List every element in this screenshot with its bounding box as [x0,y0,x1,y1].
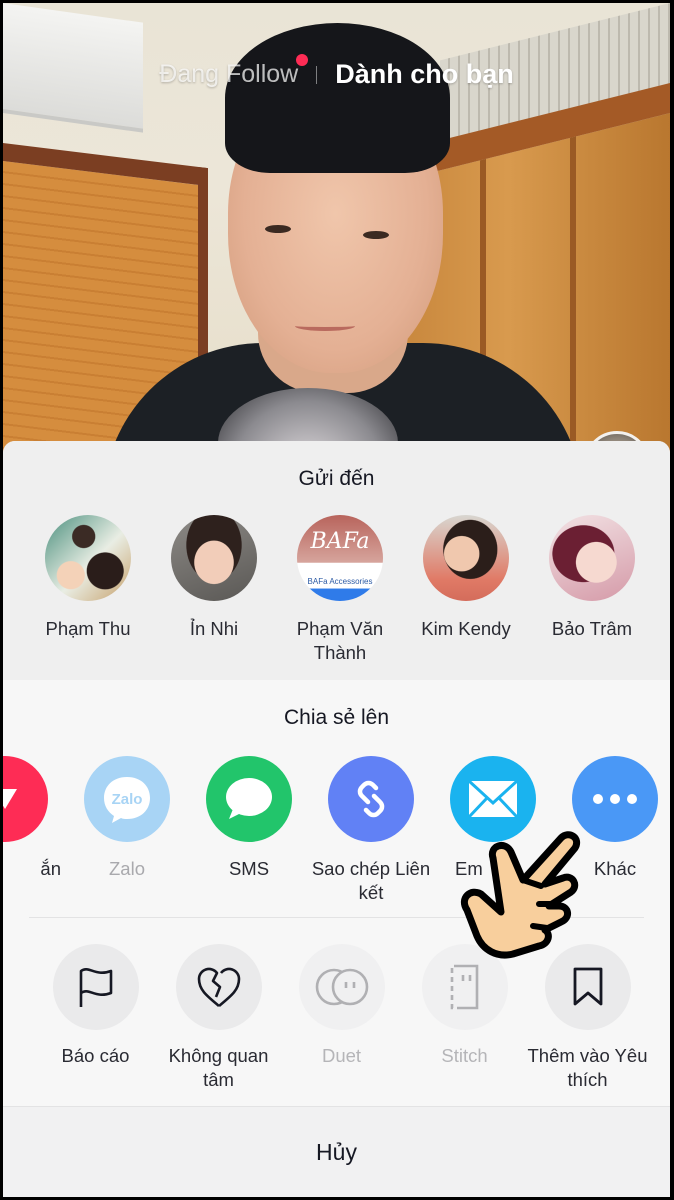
avatar-brand-text: BAFa [310,529,370,554]
contact-name: Phạm Văn Thành [296,618,384,663]
share-to-section: Chia sẻ lên ắn Zalo Zalo SMS Sao chép Li… [3,680,670,918]
zalo-icon-text: Zalo [112,791,143,808]
sms-bubble-icon [206,756,292,842]
contact-list[interactable]: Phạm Thu Ỉn Nhi BAFa BAFa Accessories Ph… [25,515,670,665]
mouth [295,321,355,331]
contact-item[interactable]: N [655,515,670,665]
share-label: ắn [40,858,61,879]
action-label: Duet [321,1045,362,1066]
avatar [45,515,131,601]
more-dots-icon [572,756,658,842]
share-label: Khác [593,858,637,879]
share-item-zalo[interactable]: Zalo Zalo [66,756,188,905]
action-report[interactable]: Báo cáo [34,944,157,1092]
send-to-title: Gửi đến [298,467,375,490]
action-label: Stitch [441,1045,488,1066]
contact-name: Kim Kendy [421,618,511,639]
contact-name: Ỉn Nhi [189,618,239,639]
person-hair [225,23,450,173]
share-item-sms[interactable]: SMS [188,756,310,905]
avatar [171,515,257,601]
zalo-icon: Zalo [84,756,170,842]
eye [363,231,389,239]
contact-name: Bảo Trâm [551,618,633,639]
contact-item[interactable]: BAFa BAFa Accessories Phạm Văn Thành [277,515,403,665]
bookmark-icon [544,944,631,1030]
flag-icon [52,944,139,1030]
top-nav: Đang Follow Dành cho bạn [3,54,670,90]
share-label: Sao chép Liên kết [311,858,431,903]
share-label: SMS [228,858,270,879]
action-label: Báo cáo [61,1045,130,1066]
contact-item[interactable]: Bảo Trâm [529,515,655,665]
notification-dot [296,54,309,66]
tab-following[interactable]: Đang Follow [159,54,309,89]
contact-item[interactable]: Kim Kendy [403,515,529,665]
share-app-list[interactable]: ắn Zalo Zalo SMS Sao chép Liên kết Em Kh… [3,756,670,905]
share-to-title: Chia sẻ lên [283,706,390,729]
action-label: Thêm vào Yêu thích [527,1045,648,1090]
share-item-copy-link[interactable]: Sao chép Liên kết [310,756,432,905]
mail-icon [450,756,536,842]
tab-following-label: Đang Follow [159,60,299,88]
avatar-brand-subtext: BAFa Accessories [307,577,373,586]
avatar [549,515,635,601]
share-item-email[interactable]: Em [432,756,554,905]
contact-item[interactable]: Phạm Thu [25,515,151,665]
cancel-label: Hủy [316,1138,357,1165]
share-label: Zalo [109,858,145,879]
tab-for-you[interactable]: Dành cho bạn [335,59,514,90]
action-add-favorites[interactable]: Thêm vào Yêu thích [526,944,649,1092]
share-sheet: Gửi đến Phạm Thu Ỉn Nhi BAFa BAFa Access… [3,441,670,1197]
share-label: Em [455,858,483,879]
share-item-message[interactable]: ắn [3,756,66,905]
duet-icon [298,944,385,1030]
action-list: Báo cáo Không quan tâm Duet Stitch Thêm … [34,944,649,1092]
action-stitch[interactable]: Stitch [403,944,526,1092]
link-icon [328,756,414,842]
contact-name: N [663,617,670,641]
contact-name: Phạm Thu [45,618,131,639]
broken-heart-icon [175,944,262,1030]
contact-item[interactable]: Ỉn Nhi [151,515,277,665]
nav-separator [316,65,318,84]
cancel-button[interactable]: Hủy [3,1106,670,1197]
eye [265,225,291,233]
action-not-interested[interactable]: Không quan tâm [157,944,280,1092]
share-item-more[interactable]: Khác [554,756,670,905]
avatar [423,515,509,601]
actions-section: Báo cáo Không quan tâm Duet Stitch Thêm … [3,918,670,1106]
action-label: Không quan tâm [168,1045,269,1090]
send-to-section: Gửi đến Phạm Thu Ỉn Nhi BAFa BAFa Access… [3,441,670,680]
tiktok-screen: Đang Follow Dành cho bạn Gửi đến Phạm Th… [3,3,670,1197]
message-arrow-icon [3,756,48,842]
stitch-icon [421,944,508,1030]
avatar: BAFa BAFa Accessories [297,515,383,601]
action-duet[interactable]: Duet [280,944,403,1092]
